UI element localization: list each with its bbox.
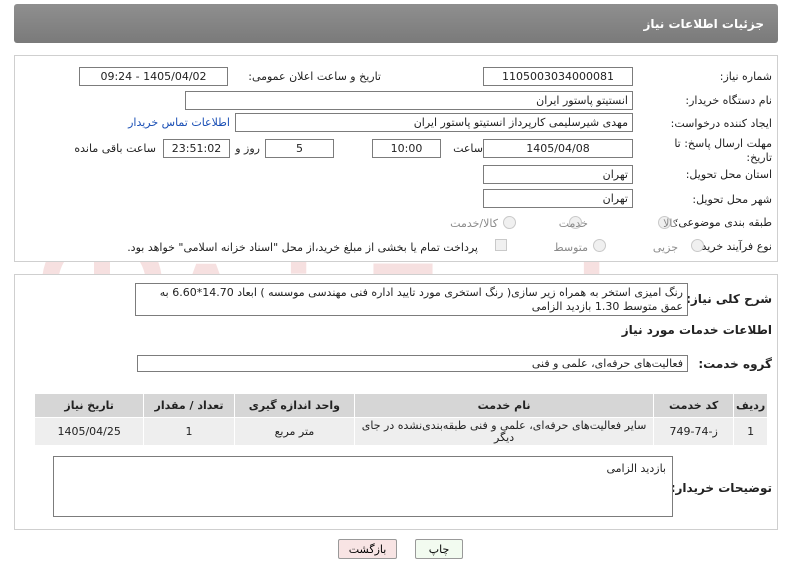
city-label: شهر محل تحویل: [692,193,772,206]
province-field[interactable]: تهران [483,165,633,184]
table-header-row: ردیف کد خدمت نام خدمت واحد اندازه گیری ت… [33,393,768,418]
col-date-header: تاریخ نیاز [33,393,145,418]
announce-datetime-field[interactable]: 1405/04/02 - 09:24 [79,67,228,86]
col-name-header: نام خدمت [354,393,654,418]
col-qty-header: تعداد / مقدار [143,393,235,418]
process-type-label: نوع فرآیند خرید : [694,240,772,253]
treasury-payment-checkbox[interactable] [495,239,507,251]
cell-name: سایر فعالیت‌های حرفه‌ای، علمی و فنی طبقه… [354,417,654,446]
cell-unit: متر مربع [233,417,356,446]
description-label: شرح کلی نیاز: [686,292,772,306]
buyer-org-field[interactable]: انستیتو پاستور ایران [185,91,633,110]
category-label: طبقه بندی موضوعی: [674,216,772,229]
process-medium-radio[interactable] [593,239,606,252]
service-group-label: گروه خدمت: [698,357,772,371]
category-service-label: خدمت [558,217,588,230]
buyer-notes-textarea[interactable]: بازدید الزامی [53,456,673,517]
back-button[interactable]: بازگشت [338,539,397,559]
category-goods-service-radio[interactable] [503,216,516,229]
city-field[interactable]: تهران [483,189,633,208]
announce-datetime-label: تاریخ و ساعت اعلان عمومی: [248,70,381,83]
table-row[interactable]: 1 ز-74-749 سایر فعالیت‌های حرفه‌ای، علمی… [33,417,768,446]
remaining-time-field[interactable]: 23:51:02 [163,139,230,158]
services-title: اطلاعات خدمات مورد نیاز [621,323,772,337]
need-number-field[interactable]: 1105003034000081 [483,67,633,86]
cell-code: ز-74-749 [652,417,735,446]
services-table: ردیف کد خدمت نام خدمت واحد اندازه گیری ت… [33,393,768,446]
buyer-notes-label: توضیحات خریدار: [670,481,772,495]
days-label: روز و [235,142,260,155]
page-title: جزئیات اطلاعات نیاز [643,16,764,31]
deadline-time-field[interactable]: 10:00 [372,139,441,158]
process-medium-label: متوسط [553,241,588,254]
buyer-contact-link[interactable]: اطلاعات تماس خریدار [128,116,230,129]
page-header: جزئیات اطلاعات نیاز [14,4,778,43]
cell-date: 1405/04/25 [33,417,145,446]
col-code-header: کد خدمت [652,393,735,418]
process-minor-label: جزیی [652,241,678,254]
col-unit-header: واحد اندازه گیری [233,393,356,418]
process-minor-radio[interactable] [691,239,704,252]
service-group-field[interactable]: فعالیت‌های حرفه‌ای، علمی و فنی [137,355,688,372]
cell-qty: 1 [143,417,235,446]
buyer-org-label: نام دستگاه خریدار: [685,94,772,107]
deadline-label: مهلت ارسال پاسخ: تا تاریخ: [674,137,772,164]
deadline-date-field[interactable]: 1405/04/08 [483,139,633,158]
cell-row: 1 [733,417,768,446]
category-goods-label: کالا [663,217,678,230]
category-goods-service-label: کالا/خدمت [450,217,498,230]
treasury-payment-note: پرداخت تمام یا بخشی از مبلغ خرید،از محل … [127,241,478,254]
print-button[interactable]: چاپ [415,539,463,559]
deadline-time-label: ساعت [453,142,483,155]
remaining-time-label: ساعت باقی مانده [74,142,156,155]
remaining-days-field[interactable]: 5 [265,139,334,158]
description-textarea[interactable]: رنگ امیزی استخر به همراه زیر سازی( رنگ ا… [135,283,688,316]
col-row-header: ردیف [733,393,768,418]
need-number-label: شماره نیاز: [719,70,772,83]
province-label: استان محل تحویل: [685,168,772,181]
requester-label: ایجاد کننده درخواست: [670,117,772,130]
requester-field[interactable]: مهدی شیرسلیمی کارپرداز انستیتو پاستور ای… [235,113,633,132]
